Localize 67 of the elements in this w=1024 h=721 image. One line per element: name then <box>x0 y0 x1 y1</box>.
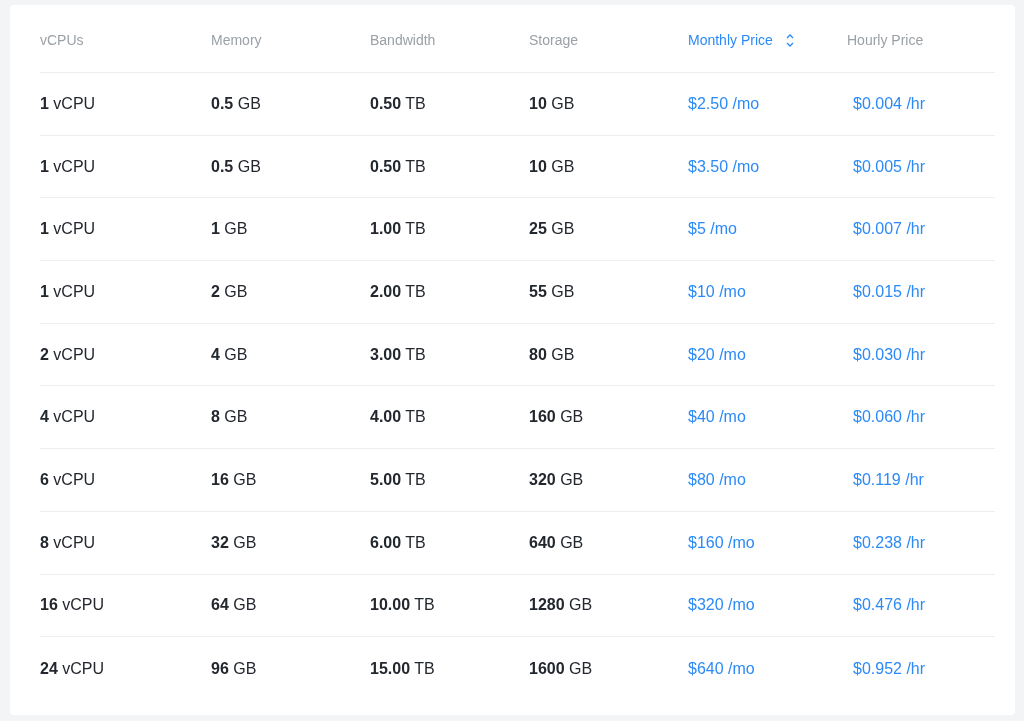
table-cell-text: 16 vCPU <box>40 595 106 616</box>
price-cell-text: $2.50 /mo <box>688 93 761 114</box>
table-cell-text: 320 GB <box>529 469 585 490</box>
price-cell-text: $0.030 /hr <box>852 344 927 365</box>
column-header[interactable]: Monthly Price <box>688 29 773 51</box>
table-cell-text: 64 GB <box>211 595 258 616</box>
table-cell-text: 15.00 TB <box>370 658 436 679</box>
price-cell-text: $0.004 /hr <box>852 93 927 114</box>
table-cell-text: 32 GB <box>211 532 258 553</box>
table-cell-text: 1 vCPU <box>40 281 97 302</box>
table-cell-text: 10 GB <box>529 93 576 114</box>
table-cell-text: 1.00 TB <box>370 219 427 240</box>
table-cell-text: 3.00 TB <box>370 344 427 365</box>
table-cell-text: 55 GB <box>529 281 576 302</box>
column-header[interactable]: Hourly Price <box>847 29 924 51</box>
price-cell-text: $160 /mo <box>688 532 756 553</box>
table-cell-text: 4.00 TB <box>370 407 427 428</box>
table-cell-text: 10 GB <box>529 156 576 177</box>
table-cell-text: 25 GB <box>529 219 576 240</box>
table-cell-text: 6 vCPU <box>40 469 97 490</box>
table-cell-text: 4 vCPU <box>40 407 97 428</box>
table-cell-text: 80 GB <box>529 344 576 365</box>
table-cell-text: 0.5 GB <box>211 93 262 114</box>
price-cell-text: $20 /mo <box>688 344 747 365</box>
table-cell-text: 0.50 TB <box>370 93 427 114</box>
price-cell-text: $3.50 /mo <box>688 156 761 177</box>
price-cell-text: $0.060 /hr <box>852 407 927 428</box>
price-cell-text: $40 /mo <box>688 407 747 428</box>
price-cell-text: $0.015 /hr <box>852 281 927 302</box>
table-cell-text: 2 vCPU <box>40 344 97 365</box>
table-cell-text: 1 vCPU <box>40 93 97 114</box>
table-cell-text: 2.00 TB <box>370 281 427 302</box>
price-cell-text: $0.238 /hr <box>852 532 927 553</box>
table-cell-text: 96 GB <box>211 658 258 679</box>
table-cell-text: 5.00 TB <box>370 469 427 490</box>
price-cell-text: $640 /mo <box>688 658 756 679</box>
price-cell-text: $320 /mo <box>688 595 756 616</box>
table-cell-text: 4 GB <box>211 344 249 365</box>
price-cell-text: $0.952 /hr <box>852 658 927 679</box>
price-cell-text: $10 /mo <box>688 281 747 302</box>
table-cell-text: 16 GB <box>211 469 258 490</box>
table-cell-text: 1 GB <box>211 219 249 240</box>
table-cell-text: 1 vCPU <box>40 156 97 177</box>
table-cell-text: 2 GB <box>211 281 249 302</box>
price-cell-text: $0.476 /hr <box>852 595 927 616</box>
table-cell-text: 24 vCPU <box>40 658 106 679</box>
price-cell-text: $5 /mo <box>688 219 738 240</box>
table-cell-text: 1 vCPU <box>40 219 97 240</box>
table-cell-text: 160 GB <box>529 407 585 428</box>
table-cell-text: 10.00 TB <box>370 595 436 616</box>
table-cell-text: 0.50 TB <box>370 156 427 177</box>
table-cell-text: 1600 GB <box>529 658 594 679</box>
column-header[interactable]: vCPUs <box>40 29 84 51</box>
table-cell-text: 8 vCPU <box>40 532 97 553</box>
price-cell-text: $0.007 /hr <box>852 219 927 240</box>
table-cell-text: 0.5 GB <box>211 156 262 177</box>
column-header[interactable]: Bandwidth <box>370 29 436 51</box>
price-cell-text: $0.119 /hr <box>852 469 925 490</box>
table-cell-text: 1280 GB <box>529 595 594 616</box>
column-header[interactable]: Storage <box>529 29 579 51</box>
sort-icon <box>784 32 795 48</box>
table-cell-text: 8 GB <box>211 407 249 428</box>
price-cell-text: $0.005 /hr <box>852 156 927 177</box>
column-header[interactable]: Memory <box>211 29 262 51</box>
price-cell-text: $80 /mo <box>688 469 747 490</box>
table-cell-text: 6.00 TB <box>370 532 427 553</box>
table-cell-text: 640 GB <box>529 532 585 553</box>
